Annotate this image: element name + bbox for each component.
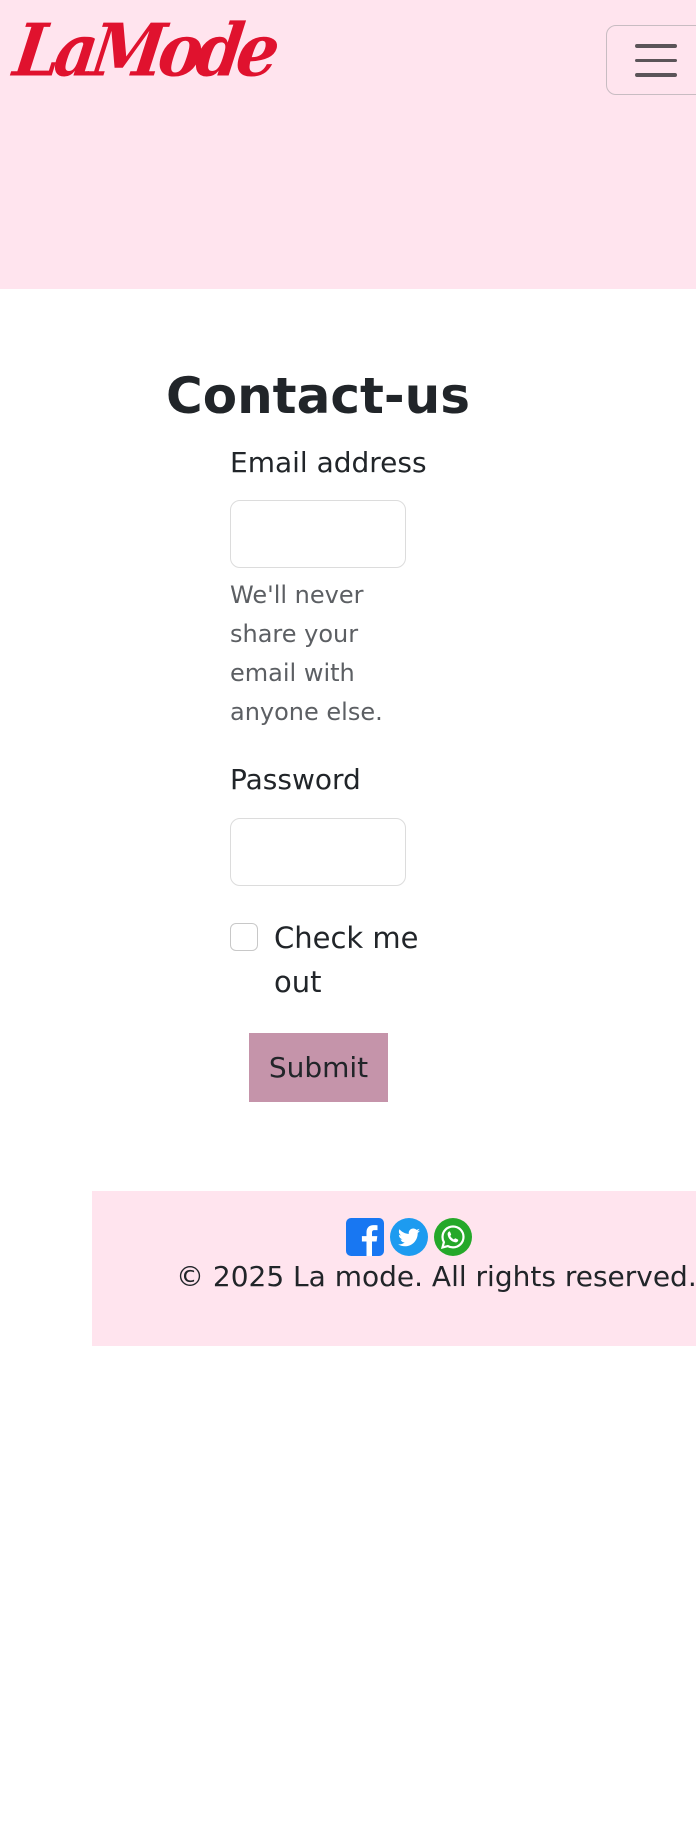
check-me-out-checkbox[interactable] xyxy=(230,923,258,951)
copyright-text: © 2025 La mode. All rights reserved. xyxy=(176,1260,696,1293)
site-header: LaMode xyxy=(0,0,696,289)
brand-logo[interactable]: LaMode xyxy=(9,7,279,93)
password-label: Password xyxy=(230,763,361,796)
email-help-text: We'll never share your email with anyone… xyxy=(230,581,383,726)
whatsapp-icon[interactable] xyxy=(434,1218,472,1256)
twitter-icon[interactable] xyxy=(390,1218,428,1256)
checkbox-label[interactable]: Check me out xyxy=(274,916,424,1004)
submit-button[interactable]: Submit xyxy=(249,1033,388,1102)
menu-toggle-button[interactable] xyxy=(606,25,696,95)
facebook-icon[interactable] xyxy=(346,1218,384,1256)
email-label: Email address xyxy=(230,446,427,479)
hamburger-menu-icon xyxy=(635,44,677,88)
email-field[interactable] xyxy=(230,500,406,568)
page-title: Contact-us xyxy=(166,367,470,425)
password-field[interactable] xyxy=(230,818,406,886)
